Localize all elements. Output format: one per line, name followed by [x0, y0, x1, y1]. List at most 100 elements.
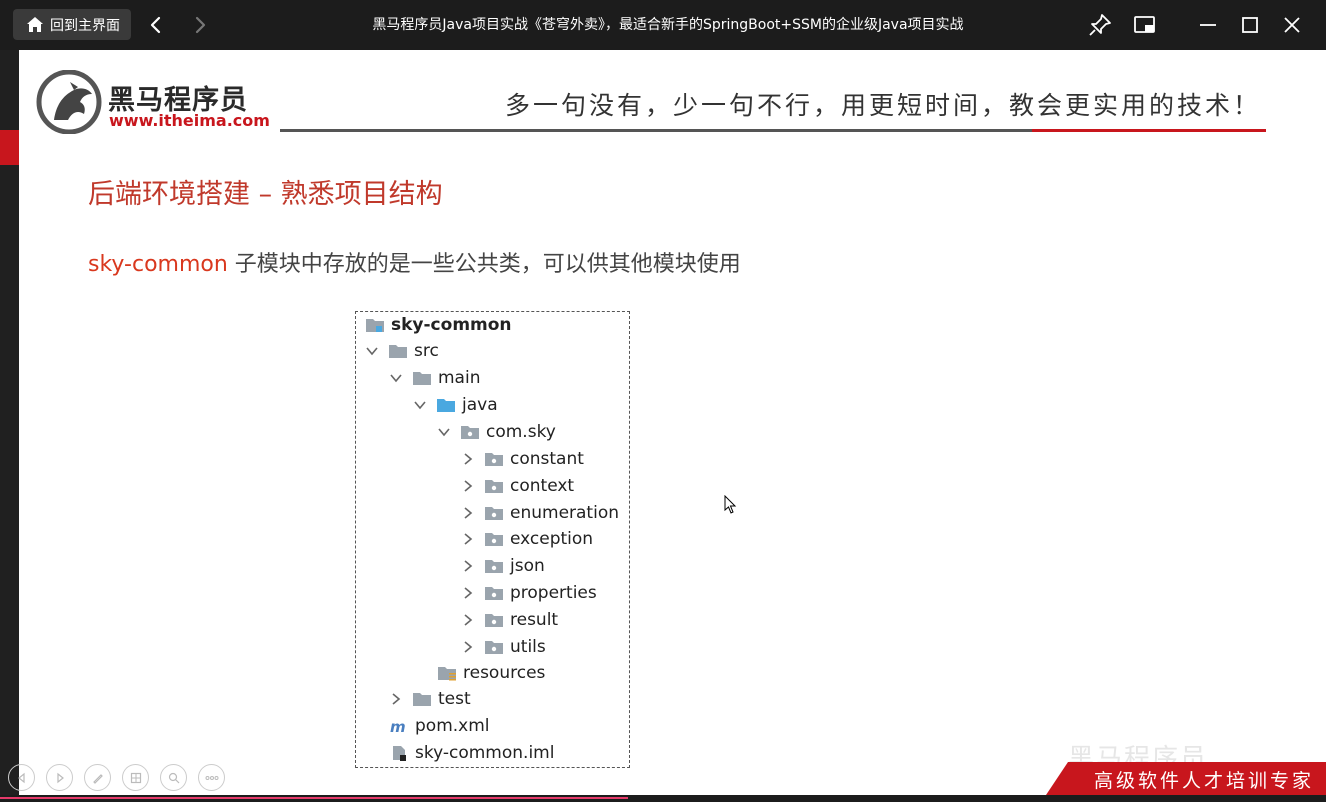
footer-banner-text: 高级软件人才培训专家	[1094, 770, 1315, 792]
slide-description: sky-common 子模块中存放的是一些公共类，可以供其他模块使用	[88, 246, 741, 278]
tree-node-exception[interactable]: exception	[461, 526, 593, 552]
package-icon	[485, 479, 503, 493]
description-text: 子模块中存放的是一些公共类，可以供其他模块使用	[227, 252, 741, 277]
tree-node-root[interactable]: sky-common	[365, 312, 512, 338]
package-icon	[485, 533, 503, 547]
tree-node-iml[interactable]: sky-common.iml	[389, 740, 554, 766]
prev-slide-button[interactable]	[8, 764, 35, 791]
tree-node-result[interactable]: result	[461, 607, 558, 633]
picture-in-picture-icon[interactable]	[1132, 12, 1158, 38]
slide-controls	[8, 764, 225, 791]
folder-icon	[413, 693, 431, 706]
zoom-icon	[168, 772, 179, 783]
chevron-right-icon[interactable]	[461, 559, 475, 573]
slide-heading: 后端环境搭建 – 熟悉项目结构	[88, 179, 443, 210]
grid-icon	[130, 772, 141, 783]
package-icon	[485, 587, 503, 600]
package-icon	[485, 560, 503, 574]
package-icon	[485, 613, 503, 627]
slide-canvas: 黑马程序员 www.itheima.com 多一句没有，少一句不行，用更短时间，…	[0, 50, 1326, 795]
svg-text:m: m	[390, 718, 406, 734]
tree-label-root: sky-common	[391, 315, 512, 335]
tree-label-package: com.sky	[486, 422, 556, 442]
tree-node-constant[interactable]: constant	[461, 446, 584, 472]
pin-icon[interactable]	[1087, 12, 1113, 38]
prev-icon	[17, 772, 25, 783]
next-slide-button[interactable]	[46, 764, 73, 791]
module-folder-icon	[366, 319, 384, 332]
tree-label-subpackage: enumeration	[510, 502, 619, 523]
tree-node-properties[interactable]: properties	[461, 580, 597, 606]
resources-folder-icon	[438, 667, 456, 681]
tree-node-json[interactable]: json	[461, 553, 545, 579]
tree-label-subpackage: result	[510, 609, 559, 630]
package-icon	[485, 506, 503, 520]
slogan: 多一句没有，少一句不行，用更短时间，教会更实用的技术！	[505, 91, 1262, 120]
chevron-right-icon[interactable]	[461, 640, 475, 654]
chevron-right-icon[interactable]	[461, 532, 475, 546]
source-folder-icon	[437, 399, 455, 412]
tree-node-enumeration[interactable]: enumeration	[461, 500, 619, 526]
chevron-down-icon[interactable]	[413, 398, 427, 412]
tree-label-resources: resources	[463, 663, 546, 683]
tree-node-utils[interactable]: utils	[461, 634, 546, 660]
window-titlebar: 回到主界面 黑马程序员Java项目实战《苍穹外卖》，最适合新手的SpringBo…	[0, 0, 1326, 50]
tree-label-subpackage: json	[510, 556, 545, 577]
chevron-right-icon[interactable]	[461, 506, 475, 520]
tree-label-main: main	[438, 368, 481, 388]
tree-label-iml: sky-common.iml	[415, 743, 555, 763]
tree-label-subpackage: context	[510, 475, 575, 496]
tree-label-subpackage: utils	[510, 636, 546, 657]
more-options-button[interactable]	[198, 764, 225, 791]
minimize-icon[interactable]	[1195, 12, 1221, 38]
slides-overview-button[interactable]	[122, 764, 149, 791]
video-progress-bar[interactable]	[0, 795, 1326, 802]
home-icon	[27, 16, 43, 32]
maven-icon: m	[390, 718, 406, 734]
next-icon	[56, 772, 64, 783]
chevron-down-icon[interactable]	[437, 425, 451, 439]
project-tree: sky-common src main java com.sky constan…	[355, 311, 630, 768]
tree-node-src[interactable]: src	[365, 338, 439, 364]
chevron-right-icon[interactable]	[461, 586, 475, 600]
tree-node-test[interactable]: test	[389, 686, 471, 712]
pen-icon	[92, 773, 103, 784]
chevron-right-icon[interactable]	[389, 692, 403, 706]
back-to-main-button[interactable]: 回到主界面	[13, 9, 131, 40]
tree-label-test: test	[438, 689, 471, 709]
package-icon	[485, 453, 503, 466]
tree-node-context[interactable]: context	[461, 473, 574, 499]
folder-icon	[413, 372, 431, 385]
forward-arrow-icon[interactable]	[188, 13, 212, 37]
window-title: 黑马程序员Java项目实战《苍穹外卖》，最适合新手的SpringBoot+SSM…	[372, 17, 964, 33]
module-name: sky-common	[88, 252, 228, 277]
chevron-right-icon[interactable]	[461, 613, 475, 627]
tree-node-java[interactable]: java	[413, 392, 498, 418]
tree-label-src: src	[414, 341, 439, 361]
tree-label-subpackage: properties	[510, 583, 597, 603]
zoom-button[interactable]	[160, 764, 187, 791]
cursor-icon	[724, 495, 737, 514]
tree-label-subpackage: exception	[510, 529, 594, 550]
chevron-right-icon[interactable]	[461, 452, 475, 466]
folder-icon	[389, 345, 407, 358]
brand-url: www.itheima.com	[109, 111, 270, 130]
pen-button[interactable]	[84, 764, 111, 791]
video-progress-fill	[0, 797, 628, 799]
tree-node-package[interactable]: com.sky	[437, 419, 556, 445]
tree-node-resources[interactable]: resources	[437, 660, 545, 686]
chevron-down-icon[interactable]	[389, 371, 403, 385]
package-icon	[485, 640, 503, 654]
chevron-right-icon[interactable]	[461, 479, 475, 493]
tree-node-main[interactable]: main	[389, 365, 480, 391]
tree-label-java: java	[462, 395, 498, 415]
left-red-marker	[0, 130, 19, 165]
maximize-icon[interactable]	[1237, 12, 1263, 38]
chevron-down-icon[interactable]	[365, 344, 379, 358]
back-to-main-label: 回到主界面	[50, 17, 120, 34]
tree-node-pom[interactable]: m pom.xml	[389, 713, 490, 739]
horse-logo-icon	[36, 70, 102, 134]
back-arrow-icon[interactable]	[144, 13, 168, 37]
file-icon	[393, 746, 406, 761]
close-icon[interactable]	[1279, 12, 1305, 38]
